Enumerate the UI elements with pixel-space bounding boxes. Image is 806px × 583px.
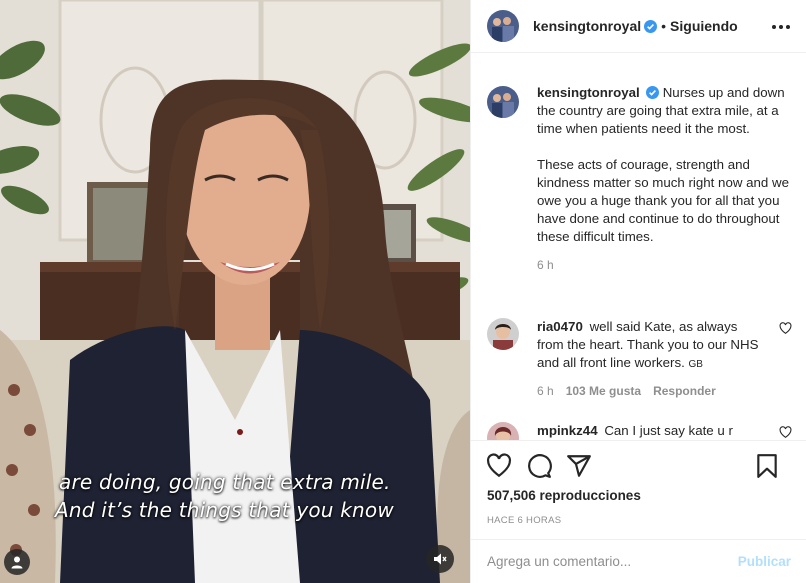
user-tag-button[interactable] — [4, 549, 30, 575]
comment-username[interactable]: mpinkz44 — [537, 423, 598, 438]
profile-picture — [487, 86, 519, 118]
profile-picture — [487, 422, 519, 440]
post-date[interactable]: HACE 6 HORAS — [471, 515, 806, 526]
caption-timestamp[interactable]: 6 h — [537, 258, 792, 272]
user-tag-icon — [11, 556, 23, 569]
comment-input[interactable] — [487, 554, 738, 569]
comment-timestamp[interactable]: 6 h — [537, 384, 554, 398]
comment-heart-icon[interactable] — [779, 426, 792, 439]
video-player[interactable]: are doing, going that extra mile. And it… — [0, 0, 470, 583]
verified-badge-icon — [644, 19, 658, 33]
comment-button[interactable] — [525, 452, 553, 480]
post-header: kensingtonroyal • Siguiendo — [471, 0, 806, 53]
flag-label: GB — [688, 359, 703, 370]
bookmark-icon — [757, 454, 777, 478]
comment-icon — [528, 454, 552, 478]
comment-text: Can I just say kate u r — [604, 423, 733, 438]
post-caption: kensingtonroyal Nurses up and down the co… — [487, 84, 792, 272]
comment-username[interactable]: ria0470 — [537, 319, 583, 334]
comment-heart-icon[interactable] — [779, 322, 792, 335]
video-subtitle-line-1: are doing, going that extra mile. — [59, 470, 391, 494]
post-side-panel: kensingtonroyal • Siguiendo kensingtonro… — [470, 0, 806, 583]
comment-avatar[interactable] — [487, 422, 519, 440]
following-button[interactable]: Siguiendo — [670, 18, 738, 34]
avatar[interactable] — [487, 10, 519, 42]
caption-avatar[interactable] — [487, 86, 519, 118]
caption-username[interactable]: kensingtonroyal — [537, 85, 640, 100]
comment-avatar[interactable] — [487, 318, 519, 350]
share-icon — [567, 455, 591, 477]
verified-badge-icon — [645, 86, 659, 99]
comment-item: ria0470 well said Kate, as always from t… — [487, 318, 792, 398]
comments-list[interactable]: kensingtonroyal Nurses up and down the co… — [471, 54, 806, 440]
heart-icon — [487, 453, 511, 478]
more-options-button[interactable] — [772, 18, 790, 36]
post-actions: 507,506 reproducciones HACE 6 HORAS — [471, 440, 806, 526]
comment-reply-button[interactable]: Responder — [653, 384, 716, 398]
video-frame — [0, 0, 470, 583]
video-subtitle-line-2: And it’s the things that you know — [55, 498, 394, 522]
comment-item: mpinkz44 Can I just say kate u r — [487, 422, 792, 440]
header-separator: • — [661, 18, 667, 34]
profile-picture — [487, 318, 519, 350]
add-comment-bar: Publicar — [471, 539, 806, 583]
caption-paragraph-2: These acts of courage, strength and kind… — [537, 157, 790, 244]
comment-likes[interactable]: 103 Me gusta — [566, 384, 641, 398]
more-options-icon — [772, 25, 776, 29]
mute-button[interactable] — [426, 545, 454, 573]
header-username[interactable]: kensingtonroyal — [533, 18, 641, 34]
share-button[interactable] — [565, 452, 593, 480]
like-button[interactable] — [485, 452, 513, 480]
profile-picture — [487, 10, 519, 42]
post-button[interactable]: Publicar — [738, 554, 791, 569]
save-button[interactable] — [753, 452, 781, 480]
muted-speaker-icon — [434, 553, 447, 565]
